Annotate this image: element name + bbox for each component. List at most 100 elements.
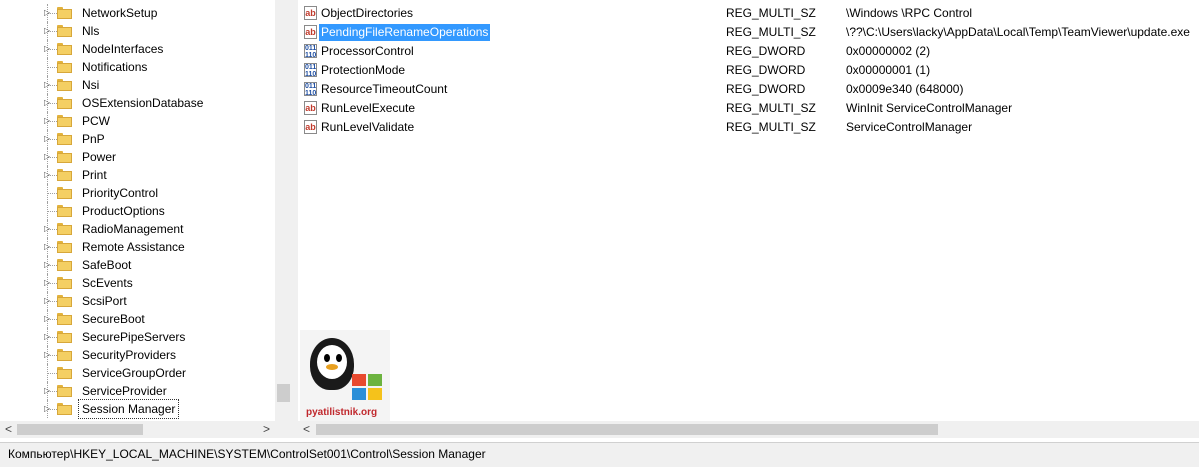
scroll-right-arrow-icon[interactable]: >: [258, 421, 275, 438]
values-horizontal-scroll-thumb[interactable]: [316, 424, 938, 435]
value-row[interactable]: 011 110 ProcessorControl REG_DWORD 0x000000…: [298, 42, 1199, 61]
tree-item[interactable]: ▷ Print: [0, 166, 275, 184]
expand-arrow-icon[interactable]: ▷: [44, 76, 52, 94]
binary-value-icon: 011 110: [304, 63, 317, 78]
expand-arrow-icon[interactable]: ▷: [44, 256, 52, 274]
expand-arrow-icon[interactable]: ▷: [44, 40, 52, 58]
value-name: ResourceTimeoutCount: [321, 82, 448, 96]
tree-vertical-scroll-thumb[interactable]: [277, 384, 290, 402]
tree-item[interactable]: ▷ ScEvents: [0, 274, 275, 292]
folder-icon: [57, 133, 72, 145]
value-row[interactable]: 011 110 ResourceTimeoutCount REG_DWORD 0x00…: [298, 80, 1199, 99]
folder-icon: [57, 259, 72, 271]
value-row[interactable]: ab RunLevelExecute REG_MULTI_SZ WinInit Ser…: [298, 99, 1199, 118]
tree-item-label: ScsiPort: [82, 294, 127, 308]
expand-arrow-icon[interactable]: ▷: [44, 238, 52, 256]
tree-connector-line: [48, 211, 57, 212]
tree-item[interactable]: ServiceGroupOrder: [0, 364, 275, 382]
value-row[interactable]: ab PendingFileRenameOperations REG_MULTI_S…: [298, 23, 1199, 42]
expand-arrow-icon[interactable]: ▷: [44, 382, 52, 400]
values-horizontal-scrollbar[interactable]: <: [298, 421, 1199, 438]
tree-item[interactable]: ▷ ServiceProvider: [0, 382, 275, 400]
folder-icon: [57, 151, 72, 163]
scroll-left-arrow-icon[interactable]: <: [0, 421, 17, 438]
expand-arrow-icon[interactable]: ▷: [44, 346, 52, 364]
folder-icon: [57, 367, 72, 379]
tree-item[interactable]: ▷ NetworkSetup: [0, 4, 275, 22]
tree-item-label: SafeBoot: [82, 258, 132, 272]
tree-item-label: PriorityControl: [82, 186, 159, 200]
string-value-icon: ab: [304, 6, 317, 20]
folder-icon: [57, 169, 72, 181]
expand-arrow-icon[interactable]: ▷: [44, 148, 52, 166]
tree-item-label: ScEvents: [82, 276, 133, 290]
value-data: WinInit ServiceControlManager: [846, 101, 1013, 115]
tree-item[interactable]: ▷ ScsiPort: [0, 292, 275, 310]
tree-item[interactable]: ▷ PCW: [0, 112, 275, 130]
scroll-left-arrow-icon[interactable]: <: [298, 421, 315, 438]
tree-item[interactable]: ProductOptions: [0, 202, 275, 220]
tree-connector-line: [48, 193, 57, 194]
tree-item[interactable]: ▷ PnP: [0, 130, 275, 148]
tree-item[interactable]: PriorityControl: [0, 184, 275, 202]
registry-tree-pane[interactable]: ▷ NetworkSetup ▷ Nls ▷ NodeInterfaces Notifica…: [0, 0, 291, 421]
folder-icon: [57, 349, 72, 361]
windows-flag-blue: [352, 388, 366, 400]
tree-item[interactable]: ▷ RadioManagement: [0, 220, 275, 238]
tree-connector-line: [48, 67, 57, 68]
folder-icon: [57, 385, 72, 397]
tree-item[interactable]: ▷ NodeInterfaces: [0, 40, 275, 58]
expand-arrow-icon[interactable]: ▷: [44, 274, 52, 292]
registry-key-tree: ▷ NetworkSetup ▷ Nls ▷ NodeInterfaces Notifica…: [0, 4, 275, 419]
string-value-icon: ab: [304, 101, 317, 115]
value-name: ProtectionMode: [321, 63, 406, 77]
value-row[interactable]: ab ObjectDirectories REG_MULTI_SZ \Windows …: [298, 4, 1199, 23]
expand-arrow-icon[interactable]: ▷: [44, 130, 52, 148]
registry-path: Компьютер\HKEY_LOCAL_MACHINE\SYSTEM\Cont…: [8, 447, 486, 461]
tree-item[interactable]: ▷ SecurePipeServers: [0, 328, 275, 346]
tree-horizontal-scrollbar[interactable]: < >: [0, 421, 292, 438]
value-data: \Windows \RPC Control: [846, 6, 973, 20]
penguin-eye: [324, 354, 330, 362]
tree-item[interactable]: ▷ OSExtensionDatabase: [0, 94, 275, 112]
expand-arrow-icon[interactable]: ▷: [44, 166, 52, 184]
tree-item-label: Remote Assistance: [82, 240, 185, 254]
tree-item-label: PnP: [82, 132, 105, 146]
tree-item[interactable]: ▷ Session Manager: [0, 399, 275, 419]
tree-item[interactable]: ▷ Remote Assistance: [0, 238, 275, 256]
tree-item[interactable]: ▷ SecurityProviders: [0, 346, 275, 364]
tree-vertical-scrollbar[interactable]: [275, 0, 292, 421]
tree-item[interactable]: ▷ Power: [0, 148, 275, 166]
tree-item-label: ServiceProvider: [82, 384, 167, 398]
expand-arrow-icon[interactable]: ▷: [44, 310, 52, 328]
binary-value-icon: 011 110: [304, 44, 317, 59]
tree-item[interactable]: ▷ Nls: [0, 22, 275, 40]
tree-item[interactable]: ▷ Nsi: [0, 76, 275, 94]
tree-item-label: Nls: [82, 24, 100, 38]
penguin-beak: [326, 364, 338, 370]
tree-item[interactable]: ▷ SafeBoot: [0, 256, 275, 274]
value-row[interactable]: ab RunLevelValidate REG_MULTI_SZ ServiceCon…: [298, 118, 1199, 137]
expand-arrow-icon[interactable]: ▷: [44, 220, 52, 238]
expand-arrow-icon[interactable]: ▷: [44, 400, 52, 418]
expand-arrow-icon[interactable]: ▷: [44, 94, 52, 112]
folder-icon: [57, 43, 72, 55]
expand-arrow-icon[interactable]: ▷: [44, 22, 52, 40]
expand-arrow-icon[interactable]: ▷: [44, 4, 52, 22]
value-type: REG_DWORD: [726, 44, 806, 58]
tree-item[interactable]: ▷ SecureBoot: [0, 310, 275, 328]
folder-icon: [57, 79, 72, 91]
expand-arrow-icon[interactable]: ▷: [44, 292, 52, 310]
folder-icon: [57, 295, 72, 307]
tree-item[interactable]: Notifications: [0, 58, 275, 76]
value-type: REG_MULTI_SZ: [726, 6, 816, 20]
penguin-face: [317, 345, 347, 379]
value-row[interactable]: 011 110 ProtectionMode REG_DWORD 0x00000001…: [298, 61, 1199, 80]
expand-arrow-icon[interactable]: ▷: [44, 112, 52, 130]
folder-icon: [57, 403, 72, 415]
tree-item-label: Print: [82, 168, 107, 182]
value-data: 0x00000002 (2): [846, 44, 931, 58]
folder-icon: [57, 61, 72, 73]
tree-horizontal-scroll-thumb[interactable]: [17, 424, 143, 435]
expand-arrow-icon[interactable]: ▷: [44, 328, 52, 346]
